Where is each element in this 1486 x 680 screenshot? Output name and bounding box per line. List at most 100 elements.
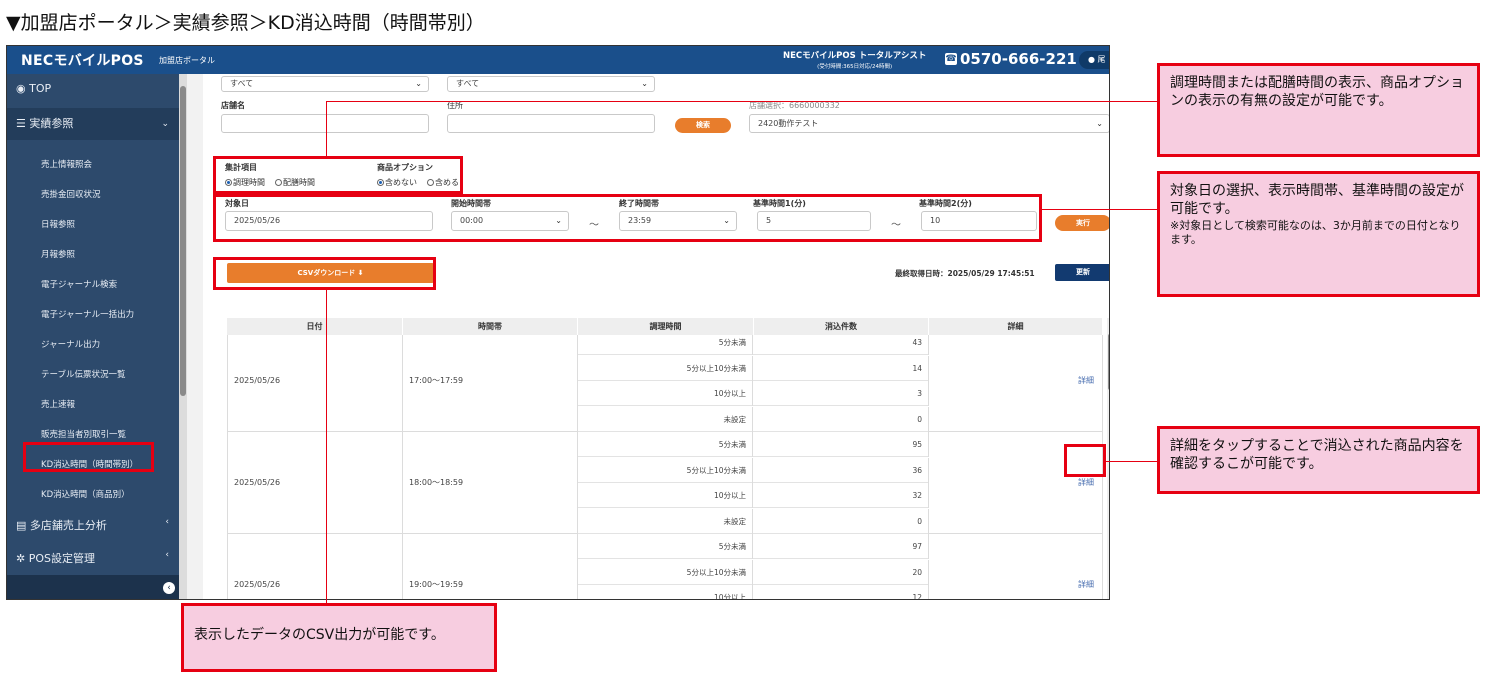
highlight-settings xyxy=(213,156,463,194)
scrollbar-thumb[interactable] xyxy=(180,86,186,396)
sidebar-sub-item[interactable]: 販売担当者別取引一覧 xyxy=(7,428,179,440)
cell-cooking-time: 5分未満 xyxy=(578,432,753,457)
sidebar-sub-item[interactable]: KD消込時間（商品別） xyxy=(7,488,179,500)
callout-note: ※対象日として検索可能なのは、3か月前までの日付となります。 xyxy=(1170,218,1461,247)
detail-link[interactable]: 詳細 xyxy=(1078,375,1094,386)
cell-count: 20 xyxy=(753,559,929,585)
highlight-detail-link xyxy=(1064,444,1106,477)
cell-count: 12 xyxy=(753,585,929,599)
gear-icon: ✲ xyxy=(16,552,26,565)
support-hours: (受付時間:365日対応/24時間) xyxy=(817,64,893,70)
callout-settings: 調理時間または配膳時間の表示、商品オプションの表示の有無の設定が可能です。 xyxy=(1157,63,1480,157)
user-name: 尾 xyxy=(1097,55,1106,64)
connector-line xyxy=(1042,209,1158,210)
table-body: 2025/05/26 17:00～17:59 5分未満 43 5分以上10分未満 14 10… xyxy=(227,335,1103,599)
cell-cooking-time: 5分未満 xyxy=(578,534,753,559)
brand-subtitle: 加盟店ポータル xyxy=(159,56,215,65)
table-row: 5分未満 43 xyxy=(578,335,929,355)
cell-time-slot: 17:00～17:59 xyxy=(403,335,578,431)
sidebar-sub-item[interactable]: 売上情報照会 xyxy=(7,158,179,170)
phone-number: 0570-666-221 xyxy=(960,50,1077,68)
table-row-group: 2025/05/26 17:00～17:59 5分未満 43 5分以上10分未満 14 10… xyxy=(227,335,1103,432)
category-select[interactable]: すべて ⌄ xyxy=(221,76,429,92)
chevron-down-icon: ⌄ xyxy=(1096,119,1103,128)
cell-count: 3 xyxy=(753,381,929,406)
sidebar-item-label: 多店舗売上分析 xyxy=(29,519,107,532)
table-row: 10分以上 32 xyxy=(578,483,929,508)
cell-time-slot: 19:00～19:59 xyxy=(403,534,578,599)
support-info: NECモバイルPOS トータルアシスト (受付時間:365日対応/24時間) xyxy=(783,49,926,70)
brand-logo[interactable]: NECモバイルPOS xyxy=(21,50,144,70)
search-button[interactable]: 検索 xyxy=(675,118,731,133)
collapse-sidebar-icon[interactable]: ‹ xyxy=(163,582,175,594)
table-row: 未設定 0 xyxy=(578,508,929,534)
sidebar-scrollbar[interactable] xyxy=(179,74,187,599)
dashboard-icon: ◉ xyxy=(16,82,26,95)
sidebar-item-pos-settings[interactable]: ✲ POS設定管理 ‹ xyxy=(7,550,179,566)
table-row-group: 2025/05/26 19:00～19:59 5分未満 97 5分以上10分未満 20 10… xyxy=(227,534,1103,599)
header-time-slot: 時間帯 xyxy=(403,318,578,335)
user-icon: ● xyxy=(1088,55,1095,64)
sidebar-sub-item[interactable]: 売掛金回収状況 xyxy=(7,188,179,200)
sidebar-footer: ‹ xyxy=(7,575,179,599)
cell-count: 36 xyxy=(753,457,929,483)
highlight-sidebar-item xyxy=(23,442,154,472)
database-icon: ▤ xyxy=(16,519,27,532)
sidebar-sub-item[interactable]: 売上速報 xyxy=(7,398,179,410)
table-row-group: 2025/05/26 18:00～18:59 5分未満 95 5分以上10分未満 36 10… xyxy=(227,432,1103,534)
sidebar-sub-item[interactable]: ジャーナル出力 xyxy=(7,338,179,350)
cell-cooking-time: 未設定 xyxy=(578,406,753,432)
sidebar-sub-item[interactable]: 日報参照 xyxy=(7,218,179,230)
sidebar-item-label: POS設定管理 xyxy=(28,552,95,565)
sidebar-sub-item[interactable]: 電子ジャーナル一括出力 xyxy=(7,308,179,320)
table-scrollbar[interactable] xyxy=(1107,318,1109,599)
cell-date: 2025/05/26 xyxy=(227,534,403,599)
connector-line xyxy=(326,290,327,604)
run-button[interactable]: 実行 xyxy=(1055,215,1109,231)
cell-cooking-time: 5分以上10分未満 xyxy=(578,355,753,381)
table-row: 10分以上 12 xyxy=(578,585,929,599)
store-name-input[interactable] xyxy=(221,114,429,133)
refresh-button[interactable]: 更新 xyxy=(1055,264,1109,281)
cell-time-slot: 18:00～18:59 xyxy=(403,432,578,533)
callout-main-text: 対象日の選択、表示時間帯、基準時間の設定が可能です。 xyxy=(1170,183,1464,218)
cell-cooking-time: 5分以上10分未満 xyxy=(578,457,753,483)
store-select[interactable]: 2420動作テスト ⌄ xyxy=(749,114,1109,133)
callout-date-range: 対象日の選択、表示時間帯、基準時間の設定が可能です。 ※対象日として検索可能なの… xyxy=(1157,171,1480,297)
header-detail: 詳細 xyxy=(929,318,1103,335)
cell-cooking-time: 10分以上 xyxy=(578,585,753,599)
sidebar-group-results[interactable]: ☰ 実績参照 ⌄ xyxy=(7,108,179,140)
phone-icon: ☎ xyxy=(945,53,957,65)
portal-screenshot: NECモバイルPOS 加盟店ポータル NECモバイルPOS トータルアシスト (… xyxy=(6,45,1110,600)
address-input[interactable] xyxy=(447,114,655,133)
chevron-down-icon: ⌄ xyxy=(641,79,648,88)
sidebar-item-top[interactable]: ◉ TOP xyxy=(7,82,179,95)
sidebar-item-multi-store[interactable]: ▤ 多店舗売上分析 ‹ xyxy=(7,517,179,533)
user-menu-button[interactable]: ● 尾 xyxy=(1079,51,1109,69)
sidebar-sub-item[interactable]: 月報参照 xyxy=(7,248,179,260)
select-value: すべて xyxy=(230,79,254,88)
table-row: 未設定 0 xyxy=(578,406,929,432)
cell-count: 14 xyxy=(753,355,929,381)
cell-count: 95 xyxy=(753,432,929,457)
callout-detail: 詳細をタップすることで消込された商品内容を確認するこが可能です。 xyxy=(1157,426,1480,494)
cell-count: 32 xyxy=(753,483,929,508)
header-count: 消込件数 xyxy=(754,318,929,335)
detail-link[interactable]: 詳細 xyxy=(1078,477,1094,488)
table-row: 5分未満 97 xyxy=(578,534,929,559)
top-bar: NECモバイルPOS 加盟店ポータル NECモバイルPOS トータルアシスト (… xyxy=(7,46,1109,74)
select-value: すべて xyxy=(456,79,480,88)
scrollbar-thumb[interactable] xyxy=(1108,334,1109,390)
header-date: 日付 xyxy=(227,318,403,335)
sidebar-sub-item[interactable]: 電子ジャーナル検索 xyxy=(7,278,179,290)
sidebar-sub-item[interactable]: テーブル伝票状況一覧 xyxy=(7,368,179,380)
highlight-csv xyxy=(213,257,436,290)
table-row: 5分以上10分未満 20 xyxy=(578,559,929,585)
connector-line xyxy=(326,101,327,157)
table-row: 10分以上 3 xyxy=(578,381,929,406)
cell-cooking-time: 5分以上10分未満 xyxy=(578,559,753,585)
detail-link[interactable]: 詳細 xyxy=(1078,579,1094,590)
region-select[interactable]: すべて ⌄ xyxy=(447,76,655,92)
table-header: 日付 時間帯 調理時間 消込件数 詳細 xyxy=(227,318,1103,335)
sidebar-item-label: TOP xyxy=(29,82,52,95)
